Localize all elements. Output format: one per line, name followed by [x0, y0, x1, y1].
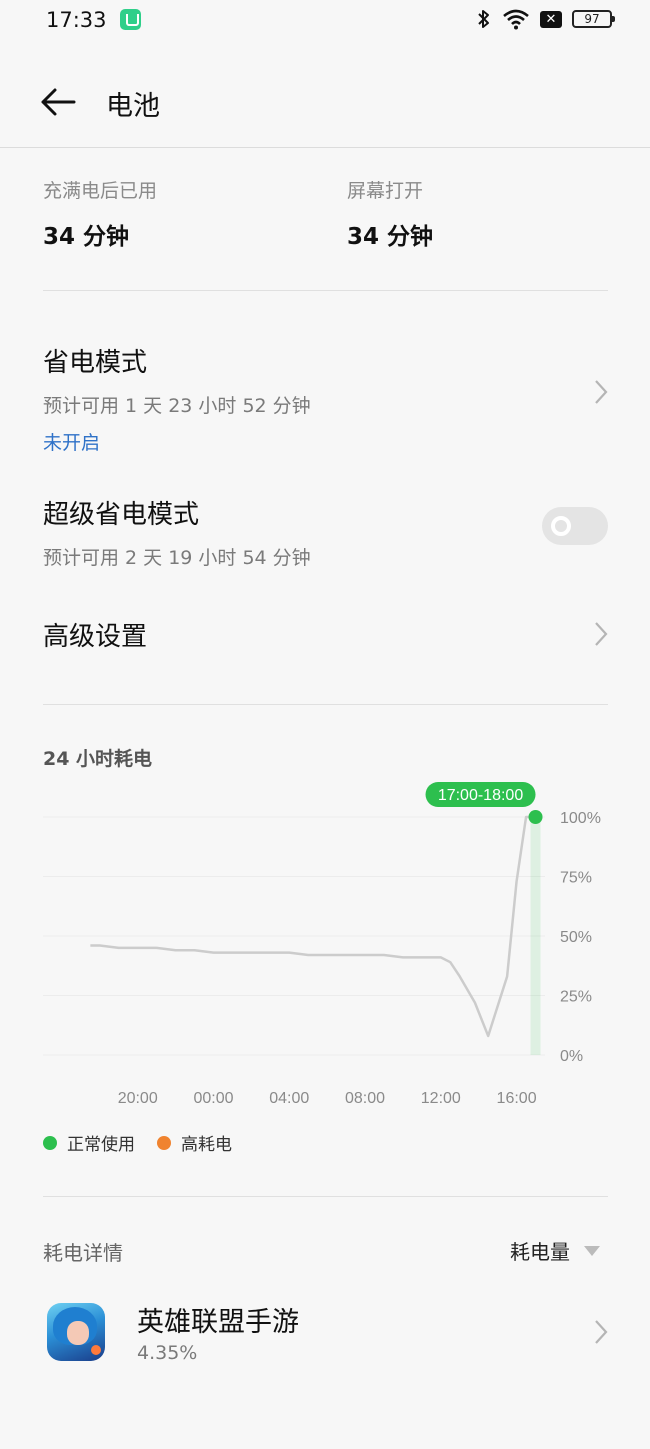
y-tick-label: 0%: [560, 1048, 583, 1065]
y-tick-label: 75%: [560, 870, 592, 887]
section-divider: [43, 1196, 608, 1197]
toggle-knob: [551, 516, 571, 536]
super-power-saving-estimate: 预计可用 2 天 19 小时 54 分钟: [43, 547, 311, 569]
screen-on-value: 34 分钟: [347, 224, 434, 250]
advanced-settings-row[interactable]: 高级设置: [43, 616, 608, 656]
legend-dot-normal: [43, 1135, 57, 1150]
highlight-band: [530, 817, 541, 1055]
triangle-down-icon: [584, 1245, 600, 1256]
since-full-charge-stat: 充满电后已用 34 分钟: [43, 176, 157, 251]
chevron-right-icon: [595, 380, 608, 404]
x-tick-label: 20:00: [118, 1090, 158, 1107]
status-bar: 17:33 ✕ 97: [0, 0, 650, 40]
sort-dropdown-label: 耗电量: [510, 1240, 570, 1264]
app-notification-icon: [120, 9, 141, 30]
y-tick-label: 100%: [560, 810, 601, 827]
x-tick-label: 00:00: [193, 1090, 233, 1107]
chart-title: 24 小时耗电: [43, 748, 153, 770]
power-saving-title: 省电模式: [43, 348, 148, 378]
battery-level-line: [90, 815, 536, 1038]
super-power-saving-title: 超级省电模式: [43, 500, 200, 530]
x-tick-label: 08:00: [345, 1090, 385, 1107]
legend-label-normal: 正常使用: [67, 1135, 135, 1155]
battery-settings-page: 17:33 ✕ 97 电池 充满电后已用 34 分钟 屏幕打开 34 分钟 省电…: [0, 0, 650, 1449]
sort-dropdown[interactable]: 耗电量: [510, 1236, 600, 1265]
power-saving-mode-row[interactable]: 省电模式 预计可用 1 天 23 小时 52 分钟 未开启: [43, 342, 608, 454]
y-tick-label: 50%: [560, 929, 592, 946]
power-saving-estimate: 预计可用 1 天 23 小时 52 分钟: [43, 395, 311, 417]
app-percent: 4.35%: [137, 1342, 198, 1364]
app-name: 英雄联盟手游: [137, 1307, 299, 1338]
time-range-label: 17:00-18:00: [438, 787, 524, 804]
app-usage-row[interactable]: 英雄联盟手游 4.35%: [43, 1300, 608, 1370]
bluetooth-icon: [478, 10, 489, 28]
battery-icon: 97: [572, 10, 615, 28]
since-full-charge-label: 充满电后已用: [43, 180, 158, 202]
chevron-right-icon: [595, 1320, 608, 1344]
legend-label-high: 高耗电: [181, 1135, 232, 1155]
legend-normal: 正常使用: [43, 1130, 135, 1155]
screen-on-label: 屏幕打开: [347, 180, 424, 202]
chevron-right-icon: [595, 622, 608, 646]
app-bar: 电池: [0, 66, 650, 146]
usage-details-label: 耗电详情: [43, 1241, 123, 1265]
legend-high: 高耗电: [157, 1130, 232, 1155]
x-tick-label: 16:00: [497, 1090, 537, 1107]
since-full-charge-value: 34 分钟: [43, 224, 130, 250]
app-icon: [47, 1303, 105, 1361]
current-level-point: [528, 810, 543, 824]
power-saving-status: 未开启: [43, 432, 101, 454]
section-divider: [43, 290, 608, 291]
battery-usage-chart: 100% 75% 50% 25% 0% 20:00 00:00 04:00 08:00 12:00…: [43, 782, 601, 1107]
page-title: 电池: [106, 91, 160, 122]
wifi-icon: [503, 9, 529, 30]
advanced-settings-title: 高级设置: [43, 622, 148, 652]
screen-on-stat: 屏幕打开 34 分钟: [347, 176, 433, 251]
x-tick-label: 04:00: [269, 1090, 309, 1107]
status-time: 17:33: [46, 8, 107, 32]
legend-dot-high: [157, 1135, 171, 1150]
arrow-left-icon[interactable]: [38, 86, 78, 118]
super-power-saving-row: 超级省电模式 预计可用 2 天 19 小时 54 分钟: [43, 494, 608, 569]
chart-legend: 正常使用 高耗电: [43, 1130, 254, 1155]
status-icons: ✕ 97: [476, 6, 615, 32]
no-sim-icon: ✕: [540, 10, 562, 28]
super-power-saving-toggle[interactable]: [542, 507, 608, 545]
section-divider: [43, 704, 608, 705]
x-tick-label: 12:00: [421, 1090, 461, 1107]
y-tick-label: 25%: [560, 989, 592, 1006]
header-divider: [0, 147, 650, 148]
